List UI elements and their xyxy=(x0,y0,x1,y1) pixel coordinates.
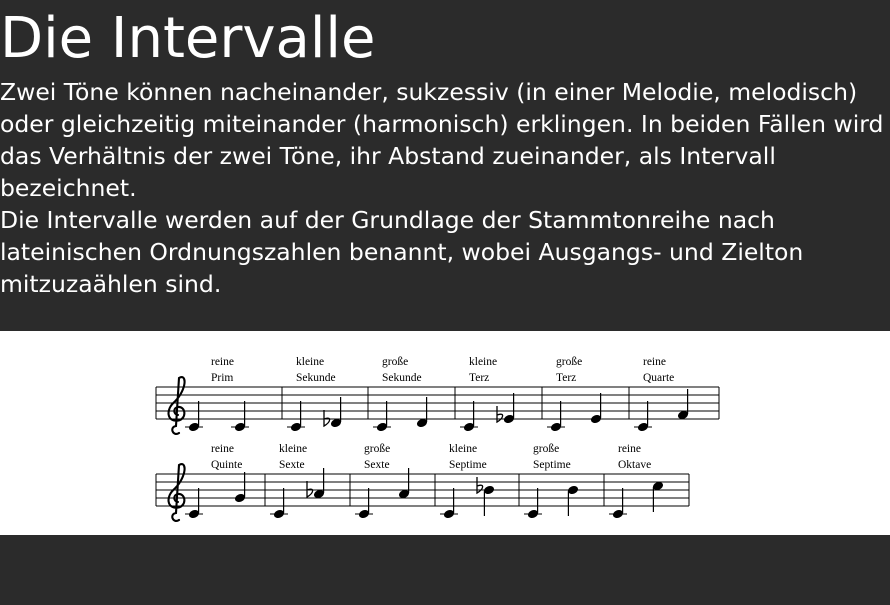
interval-quality-label: große xyxy=(382,356,408,368)
interval-measure: kleine Sekunde xyxy=(287,356,342,432)
flat-sign-icon xyxy=(476,477,484,495)
interval-measure: reine Oktave xyxy=(609,443,664,519)
interval-name-label: Quarte xyxy=(643,372,674,384)
music-score: reinePrimkleineSekundegroßeSekundekleine… xyxy=(155,356,720,522)
page-title: Die Intervalle xyxy=(0,6,376,71)
note-start xyxy=(358,488,370,519)
interval-quality-label: kleine xyxy=(296,356,324,368)
note-start xyxy=(290,401,302,432)
interval-quality-label: kleine xyxy=(279,443,307,455)
note-target xyxy=(567,485,579,516)
note-target xyxy=(590,393,602,424)
interval-name-label: Sekunde xyxy=(296,372,336,384)
note-target xyxy=(234,472,246,503)
flat-sign-icon xyxy=(306,481,314,499)
interval-name-label: Terz xyxy=(556,372,576,384)
interval-notation-figure: reine Prim kleine Sekunde große Sekunde kleine… xyxy=(0,331,890,535)
interval-quality-label: reine xyxy=(211,443,234,455)
note-target xyxy=(483,485,495,516)
note-start xyxy=(550,401,562,432)
interval-name-label: Terz xyxy=(469,372,489,384)
note-start xyxy=(637,401,649,432)
interval-measure: große Terz xyxy=(547,356,602,432)
interval-quality-label: reine xyxy=(618,443,641,455)
note-target xyxy=(416,397,428,428)
interval-name-label: Quinte xyxy=(211,459,242,471)
note-start xyxy=(273,488,285,519)
interval-measure: reine Quarte xyxy=(634,356,689,432)
paragraph-2: Die Intervalle werden auf der Grundlage … xyxy=(0,206,804,298)
note-target xyxy=(677,389,689,420)
note-start xyxy=(188,488,200,519)
staff-system-1: reinePrimkleineSekundegroßeSekundekleine… xyxy=(155,356,720,435)
note-target xyxy=(313,468,325,499)
interval-quality-label: reine xyxy=(211,356,234,368)
interval-measure: reine Prim xyxy=(185,356,249,432)
interval-name-label: Septime xyxy=(533,459,571,471)
interval-measure: kleine Terz xyxy=(460,356,515,432)
note-target xyxy=(503,393,515,424)
note-start xyxy=(443,488,455,519)
note-start xyxy=(527,488,539,519)
paragraph-1: Zwei Töne können nacheinander, sukzessiv… xyxy=(0,78,884,202)
note-target xyxy=(398,468,410,499)
interval-quality-label: reine xyxy=(643,356,666,368)
staff-system-2: reine Quinte kleine Sexte große Sexte kleine Se… xyxy=(155,443,690,522)
interval-measure: kleine Sexte xyxy=(270,443,325,519)
interval-quality-label: große xyxy=(364,443,390,455)
interval-measure: große Sexte xyxy=(355,443,410,519)
interval-quality-label: große xyxy=(556,356,582,368)
flat-sign-icon xyxy=(323,410,331,428)
note-start xyxy=(612,488,624,519)
flat-sign-icon xyxy=(496,406,504,424)
treble-clef-icon xyxy=(167,463,186,522)
interval-measure: große Sekunde xyxy=(373,356,428,432)
interval-name-label: Sexte xyxy=(364,459,390,471)
body-text: Zwei Töne können nacheinander, sukzessiv… xyxy=(0,76,888,300)
note-start xyxy=(376,401,388,432)
interval-quality-label: kleine xyxy=(469,356,497,368)
interval-measure: große Septime xyxy=(524,443,579,519)
treble-clef-icon xyxy=(167,376,186,435)
note-start xyxy=(188,401,200,432)
interval-name-label: Sekunde xyxy=(382,372,422,384)
interval-name-label: Sexte xyxy=(279,459,305,471)
note-target xyxy=(652,481,664,512)
interval-name-label: Septime xyxy=(449,459,487,471)
note-target xyxy=(234,401,246,432)
interval-quality-label: große xyxy=(533,443,559,455)
interval-measure: reine Quinte xyxy=(185,443,246,519)
note-target xyxy=(330,397,342,428)
interval-name-label: Oktave xyxy=(618,459,651,471)
interval-quality-label: kleine xyxy=(449,443,477,455)
interval-name-label: Prim xyxy=(211,372,233,384)
note-start xyxy=(463,401,475,432)
interval-measure: kleine Septime xyxy=(440,443,495,519)
